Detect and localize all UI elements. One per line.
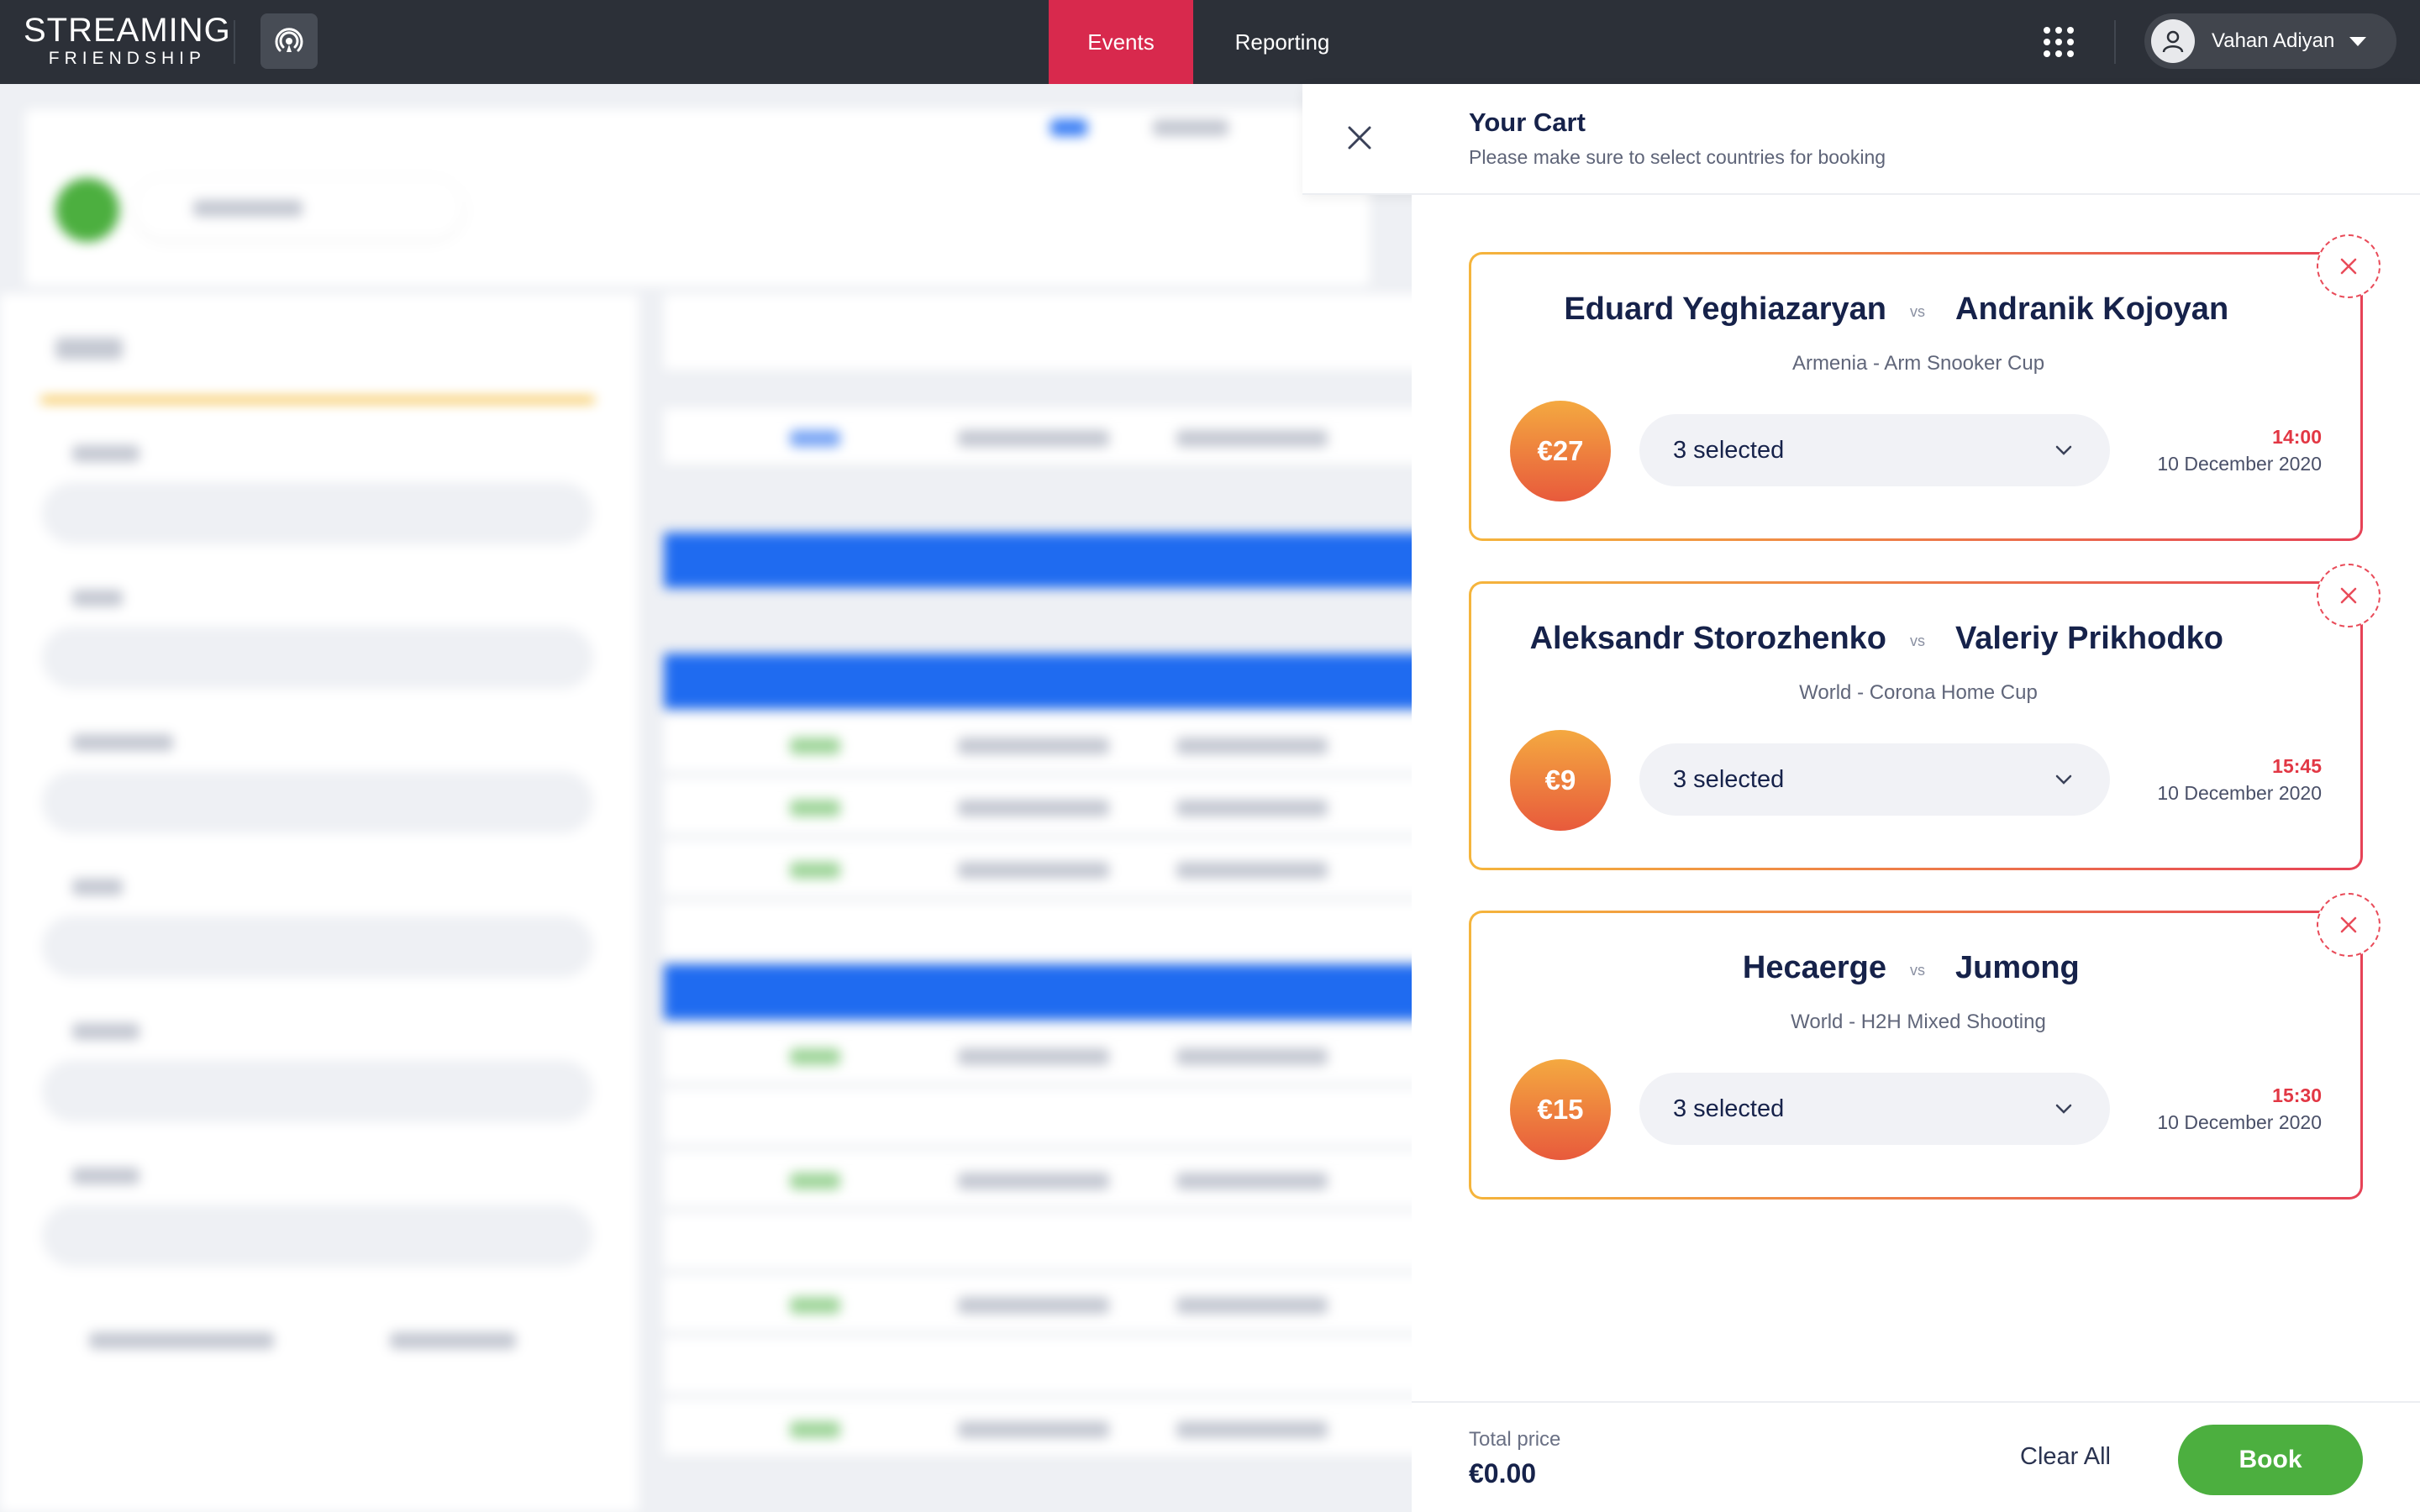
- chevron-down-icon: [2349, 36, 2367, 46]
- apps-grid-icon[interactable]: [2044, 27, 2074, 57]
- country-select-value: 3 selected: [1673, 1095, 1785, 1122]
- cart-item: Aleksandr Storozhenko vs Valeriy Prikhod…: [1469, 564, 2381, 870]
- match-date: 10 December 2020: [2157, 453, 2322, 475]
- country-select-value: 3 selected: [1673, 765, 1785, 793]
- country-select[interactable]: 3 selected: [1639, 414, 2110, 486]
- cast-icon: [275, 28, 303, 52]
- country-select-value: 3 selected: [1673, 436, 1785, 464]
- tab-reporting-label: Reporting: [1234, 29, 1330, 55]
- chevron-down-icon: [2055, 445, 2072, 455]
- country-select[interactable]: 3 selected: [1639, 743, 2110, 816]
- book-button[interactable]: Book: [2178, 1425, 2363, 1495]
- user-menu[interactable]: Vahan Adiyan: [2144, 13, 2396, 69]
- remove-icon: [2340, 258, 2357, 275]
- home-team: Hecaerge: [1742, 950, 1886, 985]
- divider: [234, 20, 235, 64]
- clear-all-button[interactable]: Clear All: [2020, 1443, 2111, 1471]
- match-time: 14:00: [2272, 426, 2322, 448]
- cast-button[interactable]: [260, 13, 318, 69]
- logo-line2: FRIENDSHIP: [48, 49, 206, 68]
- app-logo[interactable]: STREAMING FRIENDSHIP: [24, 12, 231, 69]
- remove-icon: [2340, 916, 2357, 933]
- remove-item-button[interactable]: [2317, 893, 2381, 957]
- league-name: World - H2H Mixed Shooting: [1791, 1011, 2046, 1033]
- close-cart-button[interactable]: [1339, 118, 1380, 158]
- avatar: [2151, 19, 2195, 63]
- user-icon: [2162, 30, 2184, 53]
- remove-icon: [2340, 587, 2357, 604]
- cart-title: Your Cart: [1469, 108, 1586, 137]
- match-teams: Aleksandr Storozhenko vs Valeriy Prikhod…: [1471, 621, 2365, 663]
- vs-label: vs: [1910, 962, 1925, 979]
- divider: [2114, 20, 2116, 64]
- cart-item: Hecaerge vs Jumong World - H2H Mixed Sho…: [1469, 893, 2381, 1200]
- chevron-down-icon: [2055, 774, 2072, 785]
- match-time: 15:30: [2272, 1084, 2322, 1106]
- away-team: Jumong: [1955, 950, 2080, 985]
- vs-label: vs: [1910, 303, 1925, 320]
- tab-events[interactable]: Events: [1049, 0, 1193, 84]
- cart-items: Eduard Yeghiazaryan vs Andranik Kojoyan …: [1412, 195, 2420, 1401]
- match-date: 10 December 2020: [2157, 1111, 2322, 1133]
- match-teams: Eduard Yeghiazaryan vs Andranik Kojoyan: [1471, 291, 2365, 333]
- tab-reporting[interactable]: Reporting: [1218, 0, 1346, 84]
- close-icon: [1348, 126, 1371, 150]
- cart-item: Eduard Yeghiazaryan vs Andranik Kojoyan …: [1469, 234, 2381, 541]
- cart-header: Your Cart Please make sure to select cou…: [1302, 84, 2420, 195]
- match-date: 10 December 2020: [2157, 782, 2322, 804]
- remove-item-button[interactable]: [2317, 564, 2381, 627]
- vs-label: vs: [1910, 633, 1925, 649]
- price-badge: €27: [1510, 401, 1611, 501]
- price-badge: €15: [1510, 1059, 1611, 1160]
- league-name: World - Corona Home Cup: [1799, 681, 2038, 704]
- cart-footer: Total price €0.00 Clear All Book: [1412, 1401, 2420, 1512]
- away-team: Andranik Kojoyan: [1955, 291, 2229, 327]
- match-teams: Hecaerge vs Jumong: [1471, 950, 2365, 992]
- match-time: 15:45: [2272, 755, 2322, 777]
- user-name: Vahan Adiyan: [2212, 29, 2335, 52]
- cart-subtitle: Please make sure to select countries for…: [1469, 146, 1886, 168]
- away-team: Valeriy Prikhodko: [1955, 621, 2223, 656]
- total-price-value: €0.00: [1469, 1458, 1537, 1488]
- country-select[interactable]: 3 selected: [1639, 1073, 2110, 1145]
- home-team: Aleksandr Storozhenko: [1529, 621, 1886, 656]
- remove-item-button[interactable]: [2317, 234, 2381, 298]
- tab-events-label: Events: [1087, 29, 1155, 55]
- top-bar: STREAMING FRIENDSHIP Events Reporting Va…: [0, 0, 2420, 84]
- price-badge: €9: [1510, 730, 1611, 831]
- home-team: Eduard Yeghiazaryan: [1564, 291, 1886, 327]
- total-price-label: Total price: [1469, 1428, 1561, 1451]
- logo-line1: STREAMING: [24, 12, 231, 49]
- chevron-down-icon: [2055, 1104, 2072, 1114]
- league-name: Armenia - Arm Snooker Cup: [1791, 352, 2045, 375]
- events-background-blurred: [0, 84, 1428, 1512]
